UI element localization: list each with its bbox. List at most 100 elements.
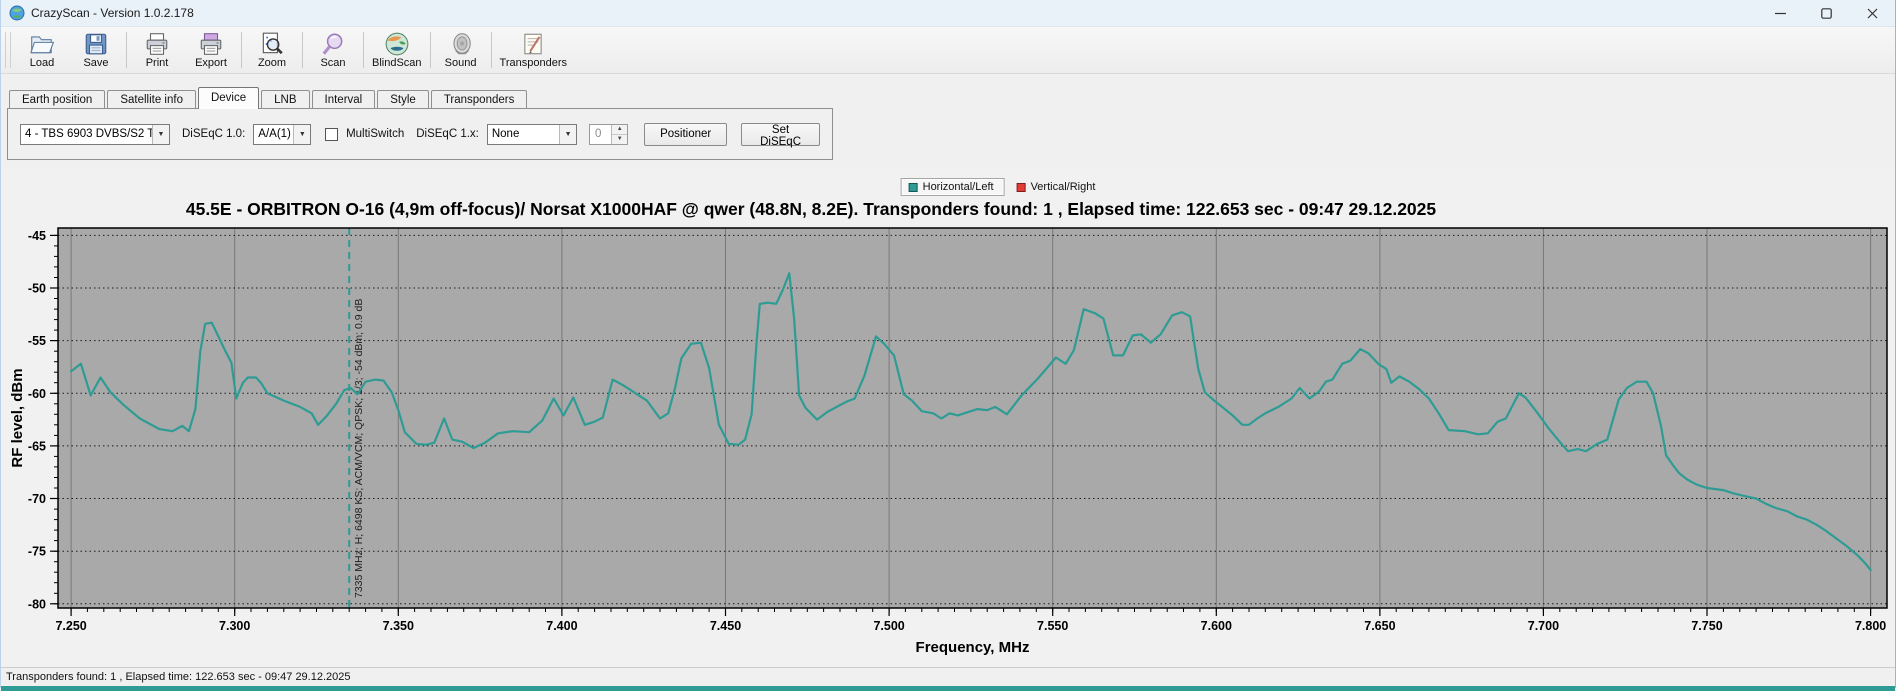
multiswitch-checkbox[interactable] xyxy=(325,127,339,141)
tab-device[interactable]: Device xyxy=(197,87,260,109)
toolbar-label: Scan xyxy=(320,57,346,69)
spectrum-plot[interactable]: 7.250 7.300 7.350 7.400 7.450 7.500 7.550 7.600… xyxy=(1,168,1896,662)
folder-open-icon xyxy=(29,31,55,57)
set-diseqc-button[interactable]: Set DiSEqC xyxy=(741,122,820,148)
toolbar-label: Sound xyxy=(444,57,477,69)
toolbar-separator xyxy=(363,32,364,68)
tab-earth-position[interactable]: Earth position xyxy=(9,90,106,109)
legend-item-horizontal-left[interactable]: Horizontal/Left xyxy=(900,178,1005,196)
svg-text:7.550: 7.550 xyxy=(1037,619,1068,633)
toolbar-label: Load xyxy=(29,57,55,69)
notepad-pencil-icon xyxy=(520,31,546,57)
chevron-down-icon[interactable]: ▼ xyxy=(152,124,169,144)
toolbar-label: Export xyxy=(195,57,227,69)
svg-text:7.650: 7.650 xyxy=(1364,619,1395,633)
svg-text:-70: -70 xyxy=(28,492,46,506)
maximize-button[interactable] xyxy=(1803,0,1849,26)
toolbar-label: Print xyxy=(145,57,169,69)
spin-down-icon[interactable]: ▼ xyxy=(612,134,628,144)
diseqc1x-select[interactable]: None ▼ xyxy=(486,123,578,145)
save-button[interactable]: Save xyxy=(69,28,123,72)
toolbar-separator xyxy=(429,32,431,68)
printer-icon xyxy=(144,31,170,57)
chevron-down-icon[interactable]: ▼ xyxy=(293,124,311,144)
legend-label: Horizontal/Left xyxy=(922,181,994,193)
svg-text:7.600: 7.600 xyxy=(1201,619,1232,633)
toolbar-grip[interactable] xyxy=(5,32,11,68)
tab-strip: Earth position Satellite info Device LNB… xyxy=(7,86,1895,109)
svg-text:-75: -75 xyxy=(28,545,46,559)
legend-swatch-vertical xyxy=(1016,182,1026,192)
svg-text:7.300: 7.300 xyxy=(219,619,250,633)
app-globe-icon xyxy=(9,5,25,21)
tab-transponders[interactable]: Transponders xyxy=(430,90,528,109)
svg-text:7.450: 7.450 xyxy=(710,619,741,633)
positioner-button[interactable]: Positioner xyxy=(644,122,728,146)
svg-text:7.250: 7.250 xyxy=(55,619,86,633)
window-title: CrazyScan - Version 1.0.2.178 xyxy=(31,6,194,20)
tuner-select-value: 4 - TBS 6903 DVBS/S2 Tuner 0 xyxy=(25,128,152,140)
toolbar-separator xyxy=(302,32,303,68)
svg-text:-50: -50 xyxy=(28,282,46,296)
svg-text:7.350: 7.350 xyxy=(383,619,414,633)
diseqc1x-label: DiSEqC 1.x: xyxy=(416,128,479,140)
position-stepper[interactable]: 0 ▲ ▼ xyxy=(589,123,629,145)
sound-button[interactable]: Sound xyxy=(434,28,488,72)
toolbar-separator xyxy=(490,32,492,68)
scan-button[interactable]: Scan xyxy=(306,28,360,72)
toolbar-label: Save xyxy=(83,57,109,69)
diseqc10-select[interactable]: A/A(1) ▼ xyxy=(253,123,312,145)
toolbar-separator xyxy=(241,32,242,68)
svg-text:7335 MHz; H; 6498 KS; ACM/VCM;: 7335 MHz; H; 6498 KS; ACM/VCM; QPSK; 1/3… xyxy=(353,299,365,598)
svg-text:7.700: 7.700 xyxy=(1528,619,1559,633)
blindscan-button[interactable]: BlindScan xyxy=(367,28,427,72)
tab-satellite-info[interactable]: Satellite info xyxy=(107,90,196,109)
statusbar-text: Transponders found: 1 , Elapsed time: 12… xyxy=(6,671,351,683)
magnifier-icon xyxy=(320,31,346,57)
svg-text:RF level, dBm: RF level, dBm xyxy=(9,368,26,467)
globe-scan-icon xyxy=(384,31,410,57)
svg-text:7.500: 7.500 xyxy=(873,619,904,633)
floppy-disk-icon xyxy=(83,31,109,57)
load-button[interactable]: Load xyxy=(15,28,69,72)
zoom-document-icon xyxy=(259,31,285,57)
toolbar-label: Transponders xyxy=(499,57,568,69)
toolbar-separator xyxy=(126,32,127,68)
app-window: CrazyScan - Version 1.0.2.178 Load Save xyxy=(0,0,1896,691)
speaker-icon xyxy=(448,31,474,57)
toolbar-label: BlindScan xyxy=(372,57,422,69)
export-button[interactable]: Export xyxy=(184,28,238,72)
close-button[interactable] xyxy=(1849,0,1895,26)
device-panel: 4 - TBS 6903 DVBS/S2 Tuner 0 ▼ DiSEqC 1.… xyxy=(7,108,833,160)
svg-text:7.400: 7.400 xyxy=(546,619,577,633)
multiswitch-label: MultiSwitch xyxy=(346,128,405,140)
svg-text:7.750: 7.750 xyxy=(1691,619,1722,633)
chart-title: 45.5E - ORBITRON O-16 (4,9m off-focus)/ … xyxy=(185,199,1437,219)
tab-style[interactable]: Style xyxy=(377,90,429,109)
main-toolbar: Load Save Print Export Zoom Scan BlindSc… xyxy=(1,27,1895,74)
svg-text:-60: -60 xyxy=(28,387,46,401)
transponders-button[interactable]: Transponders xyxy=(495,28,572,72)
svg-text:-55: -55 xyxy=(28,334,46,348)
diseqc10-label: DiSEqC 1.0: xyxy=(182,128,246,140)
spin-up-icon[interactable]: ▲ xyxy=(612,124,628,135)
minimize-button[interactable] xyxy=(1757,0,1803,26)
legend-item-vertical-right[interactable]: Vertical/Right xyxy=(1016,181,1096,193)
chart-legend: Horizontal/Left Vertical/Right xyxy=(900,178,1096,196)
printer-export-icon xyxy=(198,31,224,57)
legend-label: Vertical/Right xyxy=(1030,181,1096,193)
titlebar: CrazyScan - Version 1.0.2.178 xyxy=(1,0,1895,27)
zoom-button[interactable]: Zoom xyxy=(245,28,299,72)
statusbar: Transponders found: 1 , Elapsed time: 12… xyxy=(1,667,1895,686)
settings-tab-control: Earth position Satellite info Device LNB… xyxy=(7,86,1895,160)
diseqc1x-select-value: None xyxy=(491,128,520,140)
diseqc10-select-value: A/A(1) xyxy=(258,128,291,140)
svg-text:-65: -65 xyxy=(28,439,46,453)
window-bottom-border xyxy=(1,686,1895,691)
tab-lnb[interactable]: LNB xyxy=(261,90,310,109)
svg-text:-80: -80 xyxy=(28,597,46,611)
tuner-select[interactable]: 4 - TBS 6903 DVBS/S2 Tuner 0 ▼ xyxy=(20,123,170,145)
print-button[interactable]: Print xyxy=(130,28,184,72)
tab-interval[interactable]: Interval xyxy=(311,90,376,109)
chevron-down-icon[interactable]: ▼ xyxy=(559,124,577,144)
